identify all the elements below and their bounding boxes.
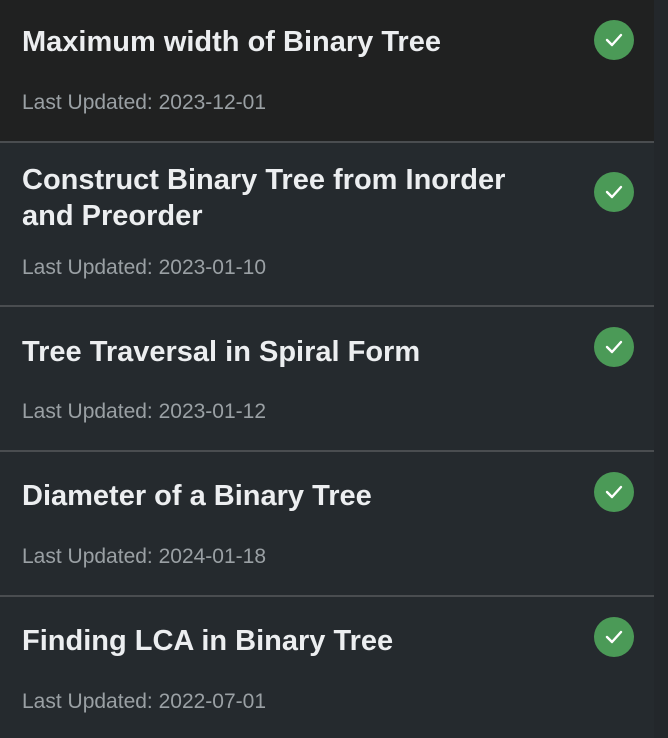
last-updated: Last Updated: 2023-01-12 xyxy=(22,400,267,423)
check-circle-icon xyxy=(594,617,634,657)
last-updated: Last Updated: 2022-07-01 xyxy=(22,690,267,713)
check-circle-icon xyxy=(594,472,634,512)
list-item[interactable]: Diameter of a Binary Tree Last Updated: … xyxy=(0,452,654,597)
item-title: Maximum width of Binary Tree xyxy=(22,26,441,58)
last-updated: Last Updated: 2023-12-01 xyxy=(22,91,267,114)
item-title: Construct Binary Tree from Inorder and P… xyxy=(22,164,506,232)
last-updated: Last Updated: 2023-01-10 xyxy=(22,256,267,279)
item-title: Finding LCA in Binary Tree xyxy=(22,625,394,657)
list-item[interactable]: Maximum width of Binary Tree Last Update… xyxy=(0,0,654,143)
problem-list: Maximum width of Binary Tree Last Update… xyxy=(0,0,668,738)
list-item[interactable]: Tree Traversal in Spiral Form Last Updat… xyxy=(0,307,654,452)
list-item[interactable]: Construct Binary Tree from Inorder and P… xyxy=(0,143,654,307)
list-item[interactable]: Finding LCA in Binary Tree Last Updated:… xyxy=(0,597,654,738)
check-circle-icon xyxy=(594,172,634,212)
item-title: Diameter of a Binary Tree xyxy=(22,480,372,512)
item-title: Tree Traversal in Spiral Form xyxy=(22,336,421,368)
check-circle-icon xyxy=(594,327,634,367)
check-circle-icon xyxy=(594,20,634,60)
last-updated: Last Updated: 2024-01-18 xyxy=(22,545,267,568)
